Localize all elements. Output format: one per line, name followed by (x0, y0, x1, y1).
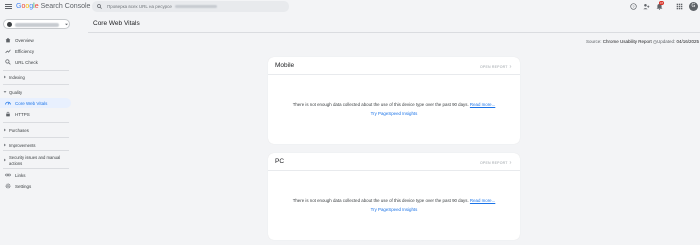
sidebar-section-label: Indexing (9, 75, 25, 80)
sidebar-item-https[interactable]: HTTPS (0, 109, 71, 119)
chevron-down-icon (65, 23, 68, 26)
open-report-label: OPEN REPORT (480, 161, 508, 165)
manage-users-icon[interactable] (643, 3, 650, 10)
chevron-right-icon (509, 65, 512, 68)
property-selector[interactable] (3, 19, 70, 29)
sidebar-divider (3, 137, 69, 138)
chevron-right-icon (509, 161, 512, 164)
sidebar-item-overview[interactable]: Overview (0, 35, 71, 45)
sidebar-item-settings[interactable]: Settings (0, 181, 71, 191)
sidebar-section-label: Security issues and manual (9, 155, 61, 160)
user-avatar[interactable]: G (689, 2, 698, 11)
no-data-text: There is not enough data collected about… (292, 102, 469, 107)
read-more-link[interactable]: Read more... (470, 198, 495, 203)
sidebar-item-efficiency[interactable]: Efficiency (0, 46, 71, 56)
read-more-link[interactable]: Read more... (470, 102, 495, 107)
home-icon (5, 37, 11, 43)
url-inspection-search[interactable] (92, 1, 289, 12)
source-label: Source: (586, 39, 602, 44)
sidebar-item-url-check[interactable]: URL Check (0, 57, 71, 67)
sidebar-section-indexing[interactable]: Indexing (0, 73, 71, 81)
search-console-logo[interactable]: Google Search Console (16, 2, 90, 11)
menu-icon[interactable] (5, 3, 12, 10)
lock-icon (6, 111, 10, 117)
no-data-text: There is not enough data collected about… (292, 198, 469, 203)
svg-text:?: ? (632, 5, 634, 9)
pagespeed-insights-link[interactable]: Try PageSpeed Insights (268, 207, 520, 212)
chevron-right-icon (4, 75, 6, 79)
chevron-down-icon (3, 91, 7, 93)
page-title: Core Web Vitals (93, 20, 140, 27)
sidebar-section-label: Quality (9, 90, 23, 95)
sidebar-section-quality[interactable]: Quality (0, 88, 71, 96)
header-divider (88, 32, 700, 33)
no-data-message: There is not enough data collected about… (268, 198, 520, 203)
chevron-right-icon (4, 158, 6, 162)
product-name: Search Console (40, 3, 91, 10)
source-value[interactable]: Chrome Usability Report (603, 39, 652, 44)
sidebar-item-label: Links (15, 173, 26, 178)
trending-icon (5, 49, 11, 54)
card-divider (268, 74, 520, 75)
pagespeed-insights-link[interactable]: Try PageSpeed Insights (268, 111, 520, 116)
sidebar-item-label: Efficiency (15, 49, 35, 54)
sidebar-item-label: URL Check (15, 60, 38, 65)
property-favicon-icon (7, 22, 12, 27)
sidebar-divider (3, 150, 69, 151)
help-icon[interactable]: ? (630, 3, 637, 10)
link-icon (5, 173, 11, 177)
card-title: Mobile (275, 62, 295, 69)
sidebar-divider (3, 70, 69, 71)
open-report-button[interactable]: OPEN REPORT (480, 161, 512, 165)
updated-label: Updated: (657, 39, 676, 44)
open-report-label: OPEN REPORT (480, 65, 508, 69)
sidebar-item-core-web-vitals[interactable]: Core Web Vitals (0, 98, 71, 108)
sidebar-item-label: HTTPS (15, 112, 30, 117)
sidebar-section-security[interactable]: Security issues and manual actions (0, 154, 71, 166)
sidebar-divider (3, 122, 69, 123)
sidebar-item-label: Core Web Vitals (15, 101, 48, 106)
card-divider (268, 170, 520, 171)
open-report-button[interactable]: OPEN REPORT (480, 65, 512, 69)
no-data-message: There is not enough data collected about… (268, 102, 520, 107)
search-icon (97, 4, 102, 9)
source-info: Source: Chrome Usability Report ? (586, 39, 657, 44)
sidebar-section-purchases[interactable]: Purchases (0, 126, 71, 134)
sidebar-section-label: Improvements (9, 143, 36, 148)
sidebar-section-improvements[interactable]: Improvements (0, 141, 71, 149)
apps-grid-icon[interactable] (676, 3, 683, 10)
speed-icon (5, 101, 11, 105)
mobile-report-card: Mobile OPEN REPORT There is not enough d… (268, 57, 520, 144)
logo-letter: e (34, 3, 39, 10)
notification-count-badge: 47 (659, 1, 664, 5)
card-title: PC (275, 158, 285, 165)
blurred-property-name (15, 23, 59, 27)
search-icon (5, 59, 11, 65)
sidebar-divider (3, 168, 69, 169)
blurred-url (175, 4, 217, 8)
sidebar-item-label: Overview (15, 38, 34, 43)
sidebar-section-label: actions (9, 160, 23, 166)
chevron-right-icon (4, 143, 6, 147)
top-bar: Google Search Console ? 47 G (0, 0, 700, 13)
gear-icon (5, 183, 11, 189)
pc-report-card: PC OPEN REPORT There is not enough data … (268, 153, 520, 240)
updated-value: 04/16/2025 (676, 39, 700, 44)
sidebar-item-label: Settings (15, 184, 32, 189)
sidebar-item-links[interactable]: Links (0, 170, 71, 180)
updated-info: Updated: 04/16/2025 (657, 39, 699, 44)
sidebar-section-label: Purchases (9, 128, 29, 133)
sidebar-divider (3, 84, 69, 85)
chevron-right-icon (4, 128, 6, 132)
